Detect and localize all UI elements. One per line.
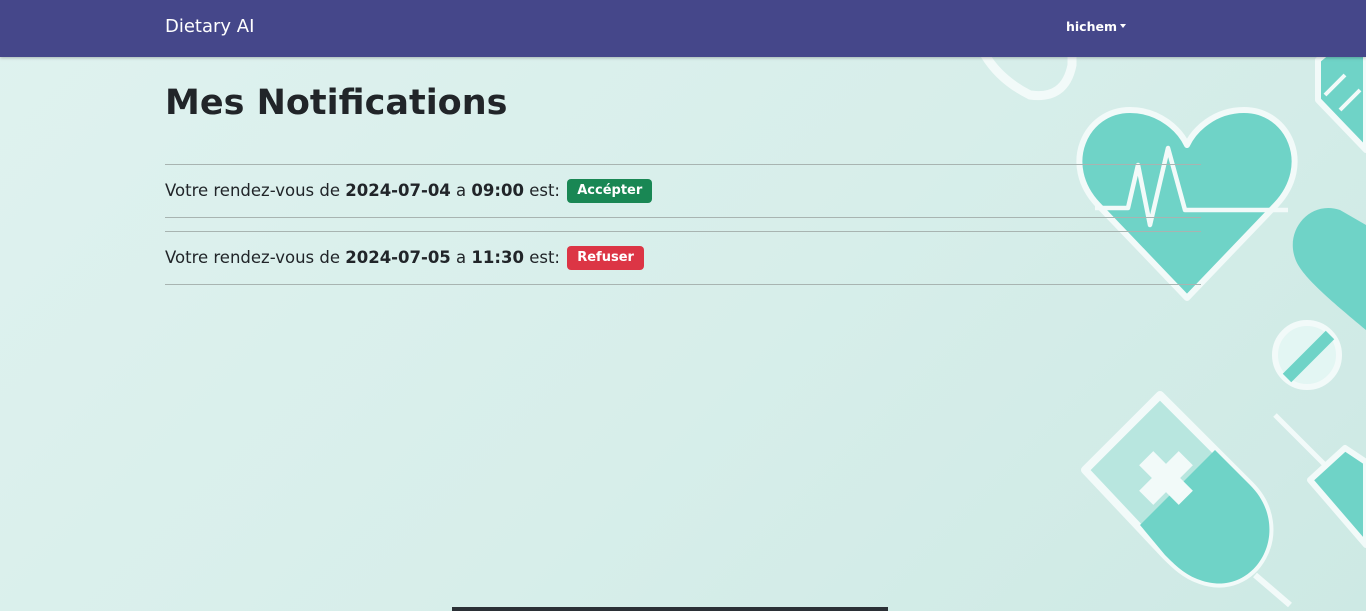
notification-time: 09:00 [471,181,524,200]
notification-time: 11:30 [471,248,524,267]
notification-item: Votre rendez-vous de 2024-07-05 a 11:30 … [165,231,1201,285]
user-dropdown[interactable]: hichem [1066,19,1126,35]
medicine-bag-icon [1081,391,1292,608]
notification-date: 2024-07-04 [345,181,451,200]
capsule-icon [1292,208,1366,330]
notification-connector: a [456,248,467,267]
user-name: hichem [1066,19,1117,34]
notification-suffix: est: [529,181,560,200]
brand-link[interactable]: Dietary AI [165,16,254,38]
notification-item: Votre rendez-vous de 2024-07-04 a 09:00 … [165,164,1201,218]
navbar: Dietary AI hichem [0,0,1366,57]
notification-prefix: Votre rendez-vous de [165,181,340,200]
notification-date: 2024-07-05 [345,248,451,267]
syringe-bottom-icon [1273,413,1366,548]
notification-suffix: est: [529,248,560,267]
status-badge-accepted: Accépter [567,179,653,203]
notification-list: Votre rendez-vous de 2024-07-04 a 09:00 … [165,164,1201,285]
tube-icon [980,50,1077,101]
notification-prefix: Votre rendez-vous de [165,248,340,267]
pill-icon [1272,320,1342,390]
caret-down-icon [1120,24,1126,28]
status-badge-refused: Refuser [567,246,644,270]
notification-connector: a [456,181,467,200]
bottom-scrollbar[interactable] [452,607,888,611]
page-title: Mes Notifications [165,83,508,123]
